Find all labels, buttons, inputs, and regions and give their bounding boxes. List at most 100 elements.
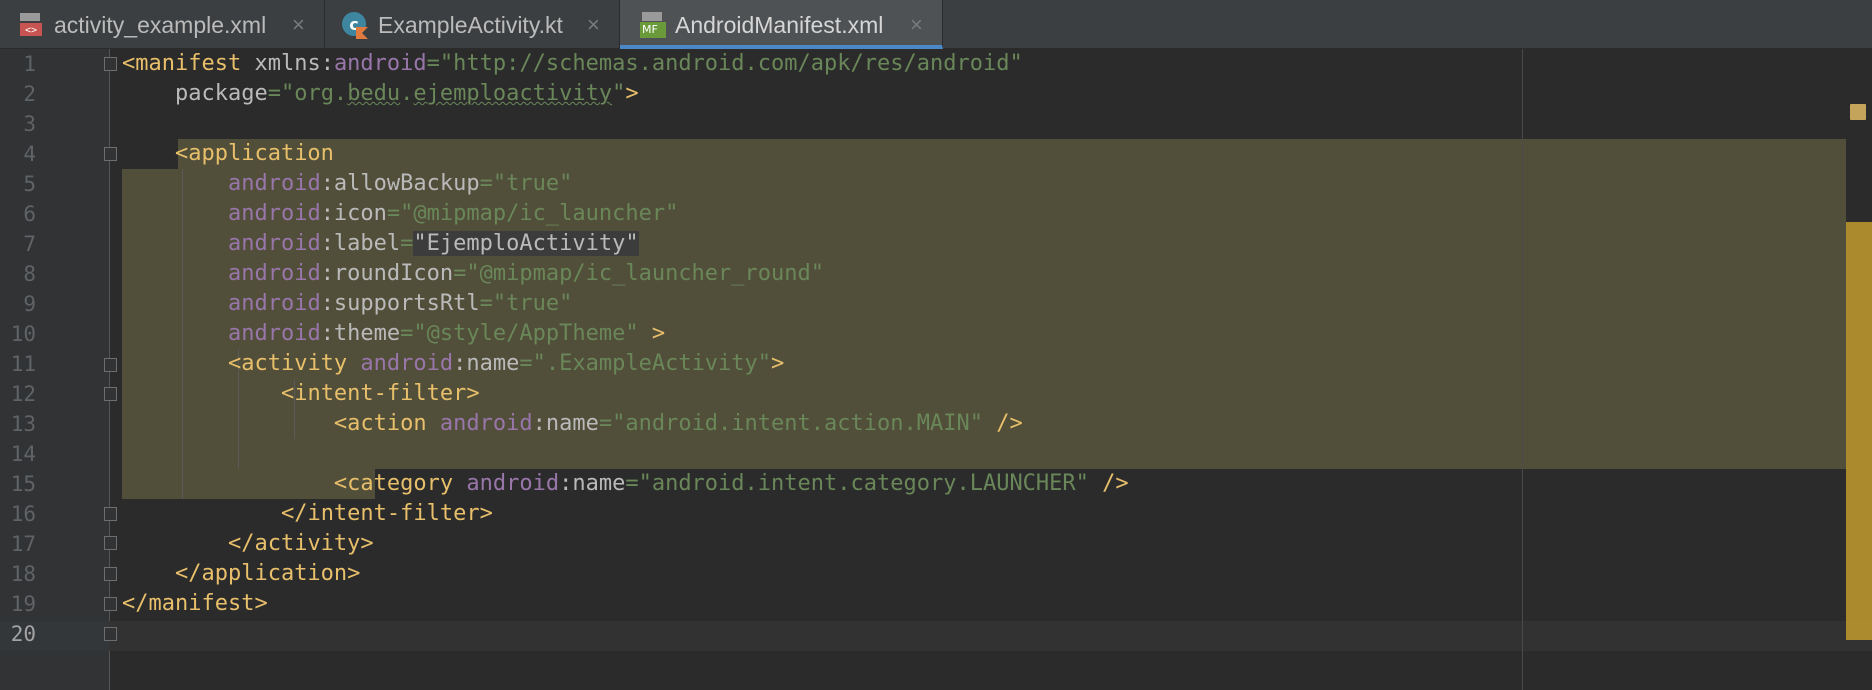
code-text: </application> [122, 559, 360, 589]
line-number: 19 [10, 592, 36, 616]
code-line: 6 android:icon="@mipmap/ic_launcher" [0, 199, 1872, 229]
code-line: 15 <category android:name="android.inten… [0, 469, 1872, 499]
code-line: 11 <activity android:name=".ExampleActiv… [0, 349, 1872, 379]
code-text: </activity> [122, 529, 374, 559]
line-number: 8 [23, 262, 36, 286]
xml-attr: xmlns: [241, 51, 334, 76]
code-text: android:icon="@mipmap/ic_launcher" [122, 199, 678, 229]
svg-text:<>: <> [25, 25, 37, 36]
code-line: 19 </manifest> [0, 589, 1872, 619]
xml-namespace: android [227, 201, 321, 226]
editor-tab-bar: <> activity_example.xml × c ExampleActiv… [0, 0, 1872, 49]
code-line: 18 </application> [0, 559, 1872, 589]
tab-label: ExampleActivity.kt [378, 12, 563, 38]
xml-value: "@mipmap/ic_launcher_round" [466, 261, 825, 286]
scrollbar-selection-marker[interactable] [1846, 222, 1872, 640]
code-line: 16 </intent-filter> [0, 499, 1872, 529]
xml-equals: = [400, 321, 414, 346]
xml-equals: = [267, 81, 281, 106]
code-text: package="org.bedu.ejemploactivity"> [122, 79, 639, 109]
code-line: 17 </activity> [0, 529, 1872, 559]
code-line: 13 <action android:name="android.intent.… [0, 409, 1872, 439]
xml-value: . [400, 81, 414, 106]
code-line: 9 android:supportsRtl="true" [0, 289, 1872, 319]
xml-tag: /> [982, 411, 1023, 436]
xml-tag: <action [333, 411, 440, 436]
code-line[interactable]: 20 [0, 619, 1872, 649]
line-number: 11 [10, 352, 36, 376]
xml-value-highlighted: "EjemploActivity" [413, 231, 639, 256]
warning-marker-icon[interactable] [1850, 104, 1866, 120]
line-number: 2 [23, 82, 36, 106]
xml-tag: </application> [174, 561, 361, 586]
manifest-icon: MF [639, 11, 666, 38]
xml-value: " [612, 81, 626, 106]
code-line: 7 android:label="EjemploActivity" [0, 229, 1872, 259]
code-line: 12 <intent-filter> [0, 379, 1872, 409]
kotlin-class-icon: c [341, 11, 368, 39]
line-number: 1 [23, 52, 36, 76]
xml-namespace: android [360, 351, 454, 376]
xml-tag: > [625, 81, 639, 106]
code-text: android:label="EjemploActivity" [122, 229, 639, 259]
xml-value: "true" [492, 171, 573, 196]
code-line: 1 <manifest xmlns:android="http://schema… [0, 49, 1872, 79]
close-icon[interactable]: × [587, 11, 600, 39]
xml-value: "@style/AppTheme" [413, 321, 639, 346]
line-number: 6 [23, 202, 36, 226]
xml-attr: :name [532, 411, 599, 436]
tab-example-activity-kt[interactable]: c ExampleActivity.kt × [325, 0, 620, 49]
code-text: <action android:name="android.intent.act… [122, 409, 1023, 439]
xml-value: "android.intent.action.MAIN" [612, 411, 983, 436]
close-icon[interactable]: × [292, 11, 305, 39]
code-text: <category android:name="android.intent.c… [122, 469, 1129, 499]
code-text: android:theme="@style/AppTheme" > [122, 319, 665, 349]
xml-namespace: android [227, 171, 321, 196]
xml-attr: :name [453, 351, 520, 376]
xml-value: ".ExampleActivity" [532, 351, 772, 376]
close-icon[interactable]: × [910, 11, 923, 39]
xml-attr: :name [559, 471, 626, 496]
xml-equals: = [479, 291, 493, 316]
code-line: 10 android:theme="@style/AppTheme" > [0, 319, 1872, 349]
code-text: </manifest> [122, 589, 268, 619]
code-text: android:supportsRtl="true" [122, 289, 572, 319]
xml-tag: <intent-filter> [280, 381, 480, 406]
tab-label: AndroidManifest.xml [675, 12, 884, 38]
xml-tag: </intent-filter> [280, 501, 493, 526]
xml-namespace: android [333, 51, 427, 76]
xml-attr: :icon [320, 201, 387, 226]
code-text: <application [122, 139, 334, 169]
xml-tag: > [638, 321, 666, 346]
xml-value: "android.intent.category.LAUNCHER" [638, 471, 1089, 496]
code-text: <intent-filter> [122, 379, 480, 409]
code-text: <activity android:name=".ExampleActivity… [122, 349, 784, 379]
xml-tag: <category [333, 471, 467, 496]
xml-attr: :supportsRtl [320, 291, 480, 316]
xml-equals: = [453, 261, 467, 286]
tab-android-manifest-xml[interactable]: MF AndroidManifest.xml × [620, 0, 943, 49]
xml-equals: = [519, 351, 533, 376]
code-line: 5 android:allowBackup="true" [0, 169, 1872, 199]
tab-activity-example-xml[interactable]: <> activity_example.xml × [0, 0, 325, 49]
xml-equals: = [400, 231, 414, 256]
line-number: 12 [10, 382, 36, 406]
code-editor[interactable]: 1 <manifest xmlns:android="http://schema… [0, 49, 1872, 690]
xml-tag: </manifest> [122, 591, 268, 616]
xml-value: "org. [280, 81, 348, 106]
line-number: 3 [23, 112, 36, 136]
xml-value: "true" [492, 291, 573, 316]
xml-namespace: android [227, 261, 321, 286]
xml-equals: = [598, 411, 613, 436]
xml-tag: </activity> [227, 531, 374, 556]
